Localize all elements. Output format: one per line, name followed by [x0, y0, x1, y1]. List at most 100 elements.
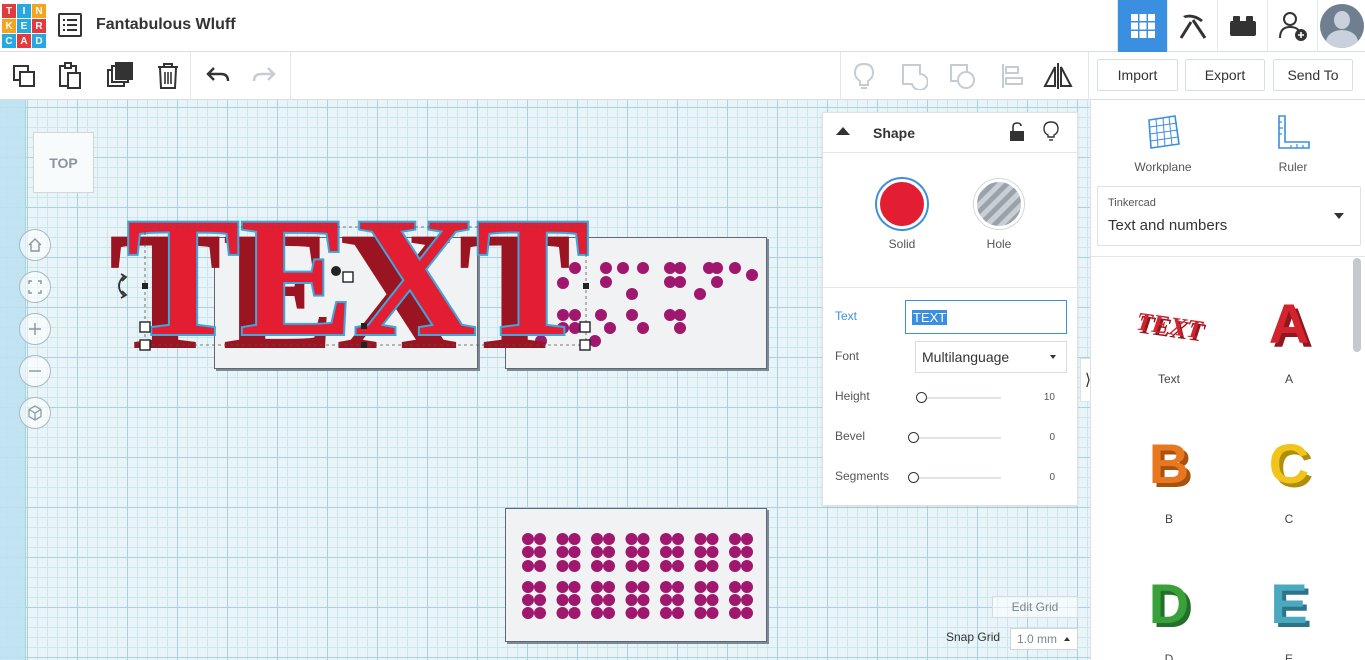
lightbulb-icon[interactable]	[1043, 121, 1059, 141]
panel-scrollbar[interactable]	[1353, 258, 1361, 352]
view-cube[interactable]: TOP	[33, 132, 94, 193]
braille-dot	[568, 546, 581, 558]
braille-dot	[591, 533, 603, 545]
add-person-icon	[1278, 12, 1307, 41]
undo-button[interactable]	[202, 60, 234, 92]
shape-label: B	[1164, 512, 1173, 526]
plate-bottom[interactable]	[505, 508, 767, 642]
delete-button[interactable]	[152, 60, 184, 92]
mirror-button[interactable]	[1042, 60, 1074, 92]
snap-grid-label: Snap Grid	[946, 630, 1001, 644]
shape-e[interactable]: E E E	[1234, 560, 1344, 660]
segments-value[interactable]: 0	[1049, 472, 1055, 483]
design-menu-icon[interactable]	[58, 13, 82, 37]
fit-view-button[interactable]	[19, 271, 51, 303]
braille-dot	[729, 533, 741, 545]
height-slider-track[interactable]	[921, 397, 1001, 399]
resize-handle[interactable]	[579, 321, 591, 333]
braille-dot	[603, 581, 615, 593]
align-button[interactable]	[996, 60, 1028, 92]
workplane-tool[interactable]: Workplane	[1113, 112, 1213, 174]
height-handle[interactable]	[331, 266, 341, 276]
zoom-in-button[interactable]	[19, 313, 51, 345]
shape-c[interactable]: C C C	[1234, 420, 1344, 526]
segments-slider-knob[interactable]	[908, 472, 919, 483]
copy-icon	[13, 65, 35, 87]
perspective-button[interactable]	[19, 397, 51, 429]
shape-b[interactable]: B B B	[1114, 420, 1224, 526]
braille-dot	[522, 594, 534, 606]
solid-option[interactable]: Solid	[877, 179, 927, 251]
shape-d[interactable]: D D D	[1114, 560, 1224, 660]
tab-3d-design[interactable]	[1117, 0, 1167, 52]
braille-dot	[556, 533, 569, 545]
hole-swatch[interactable]	[974, 179, 1024, 229]
bevel-slider-track[interactable]	[913, 437, 1001, 439]
toggle-visibility-button[interactable]	[848, 60, 880, 92]
copy-button[interactable]	[8, 60, 40, 92]
resize-handle[interactable]	[139, 339, 151, 351]
braille-dot	[637, 594, 650, 606]
text-prop-value: TEXT	[912, 309, 948, 325]
braille-dot	[522, 560, 534, 572]
letter-d-thumb: D D	[1149, 572, 1193, 638]
resize-handle[interactable]	[579, 339, 591, 351]
tab-codeblocks[interactable]	[1167, 0, 1217, 52]
tab-invite-people[interactable]	[1267, 0, 1317, 52]
group-button[interactable]	[898, 60, 930, 92]
brick-icon	[1229, 16, 1256, 36]
height-handle[interactable]	[342, 271, 354, 283]
redo-button[interactable]	[248, 60, 280, 92]
braille-dot	[522, 533, 534, 545]
svg-text:B: B	[1149, 432, 1189, 495]
braille-dot	[591, 560, 603, 572]
font-select[interactable]: Multilanguage	[915, 341, 1067, 373]
collapse-inspector-icon[interactable]	[836, 127, 850, 135]
braille-dot	[672, 594, 684, 606]
design-title[interactable]: Fantabulous Wluff	[96, 16, 236, 34]
tinkercad-logo[interactable]: T I N K E R C A D	[2, 4, 46, 48]
braille-dot	[660, 607, 672, 619]
font-prop-label: Font	[835, 349, 860, 363]
user-menu[interactable]	[1317, 0, 1365, 52]
lock-icon[interactable]	[1009, 122, 1025, 142]
height-value[interactable]: 10	[1044, 392, 1055, 403]
bevel-slider-knob[interactable]	[908, 432, 919, 443]
shape-a[interactable]: A A A	[1234, 280, 1344, 386]
solid-swatch[interactable]	[877, 179, 927, 229]
bevel-value[interactable]: 0	[1049, 432, 1055, 443]
export-button[interactable]: Export	[1185, 59, 1265, 91]
braille-dot	[625, 607, 638, 619]
edge-handle[interactable]	[583, 283, 589, 289]
duplicate-button[interactable]	[104, 60, 136, 92]
braille-dot	[625, 560, 638, 572]
right-panel: Workplane Ruler Tinkercad Text and numbe…	[1090, 100, 1365, 660]
edit-grid-button[interactable]: Edit Grid	[992, 596, 1078, 618]
import-button[interactable]: Import	[1097, 59, 1178, 91]
send-to-button[interactable]: Send To	[1273, 59, 1353, 91]
minus-icon	[29, 370, 41, 372]
shape-inspector: Shape Solid Hole Text TEXT Font Multilan…	[822, 112, 1079, 506]
height-slider-knob[interactable]	[916, 392, 927, 403]
text-shape[interactable]: TEXT TEXT	[96, 200, 616, 360]
toolbar-divider	[1088, 52, 1089, 100]
edge-handle[interactable]	[142, 283, 148, 289]
segments-slider-track[interactable]	[913, 477, 1001, 479]
text-prop-input[interactable]: TEXT	[905, 300, 1067, 334]
snap-grid-select[interactable]: 1.0 mm	[1010, 628, 1078, 650]
braille-dot	[694, 533, 707, 545]
braille-dot	[706, 581, 719, 593]
ruler-tool[interactable]: Ruler	[1243, 112, 1343, 174]
zoom-out-button[interactable]	[19, 355, 51, 387]
paste-button[interactable]	[54, 60, 86, 92]
edge-handle[interactable]	[361, 323, 367, 329]
shape-text[interactable]: TEXT TEXT Text	[1114, 280, 1224, 386]
hole-option[interactable]: Hole	[974, 179, 1024, 251]
ungroup-button[interactable]	[946, 60, 978, 92]
resize-handle[interactable]	[139, 321, 151, 333]
text-shape-face: TEXT	[127, 200, 590, 360]
home-view-button[interactable]	[19, 229, 51, 261]
edge-handle[interactable]	[361, 342, 367, 348]
shape-library-select[interactable]: Tinkercad Text and numbers	[1097, 186, 1361, 246]
tab-bricks[interactable]	[1217, 0, 1267, 52]
